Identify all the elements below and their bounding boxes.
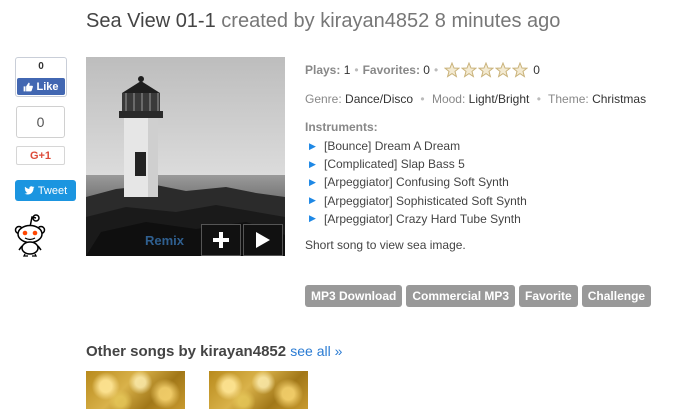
tweet-label: Tweet (37, 184, 68, 197)
triangle-right-icon: ▶ (309, 158, 316, 169)
page-title: Sea View 01-1 created by kirayan4852 8 m… (86, 10, 560, 33)
mood-value[interactable]: Light/Bright (469, 92, 530, 106)
mood-label: Mood: (431, 92, 466, 106)
tweet-button[interactable]: Tweet (15, 180, 76, 201)
stats-row: Plays: 1 • Favorites: 0 • 0 (305, 62, 540, 78)
plays-value: 1 (343, 63, 351, 77)
add-to-playlist-button[interactable] (201, 224, 241, 256)
triangle-right-icon: ▶ (309, 176, 316, 187)
reddit-alien-icon[interactable] (14, 213, 46, 257)
plays-label: Plays: (305, 63, 341, 77)
instruments-label: Instruments: (305, 120, 378, 134)
favorites-label: Favorites: (362, 63, 420, 77)
author-link[interactable]: kirayan4852 (320, 10, 429, 32)
commercial-mp3-button[interactable]: Commercial MP3 (406, 285, 516, 307)
star-icon[interactable] (461, 62, 478, 78)
time-ago: 8 minutes ago (434, 10, 561, 32)
other-songs-title: Other songs by kirayan4852 (86, 343, 287, 360)
play-button[interactable] (243, 224, 283, 256)
rating-count: 0 (533, 63, 540, 77)
list-item[interactable]: ▶ [Complicated] Slap Bass 5 (309, 155, 527, 173)
favorites-value: 0 (423, 63, 430, 77)
theme-label: Theme: (548, 92, 589, 106)
facebook-like-widget: 0 Like (15, 57, 67, 97)
twitter-bird-icon (24, 186, 35, 195)
song-title: Sea View 01-1 (86, 10, 216, 32)
gplus-count: 0 (16, 106, 65, 138)
theme-value[interactable]: Christmas (592, 92, 646, 106)
thumbs-up-icon (24, 82, 34, 91)
facebook-like-button[interactable]: Like (17, 78, 65, 95)
list-item[interactable]: ▶ [Arpeggiator] Confusing Soft Synth (309, 173, 527, 191)
gplus-button[interactable]: G+1 (16, 146, 65, 165)
favorite-button[interactable]: Favorite (519, 285, 578, 307)
triangle-right-icon: ▶ (309, 195, 316, 206)
song-artwork[interactable]: Remix (86, 57, 285, 256)
other-song-thumbnail[interactable] (86, 371, 185, 409)
list-item[interactable]: ▶ [Arpeggiator] Sophisticated Soft Synth (309, 192, 527, 210)
remix-link[interactable]: Remix (145, 233, 184, 248)
facebook-like-label: Like (36, 80, 59, 93)
challenge-button[interactable]: Challenge (581, 285, 652, 307)
see-all-link[interactable]: see all » (290, 343, 342, 359)
mp3-download-button[interactable]: MP3 Download (305, 285, 403, 307)
tags-row: Genre: Dance/Disco • Mood: Light/Bright … (305, 92, 647, 106)
star-icon[interactable] (444, 62, 461, 78)
action-buttons: MP3 Download Commercial MP3 Favorite Cha… (305, 285, 652, 307)
genre-value[interactable]: Dance/Disco (345, 92, 413, 106)
other-songs-heading: Other songs by kirayan4852 see all » (86, 343, 342, 360)
star-icon[interactable] (495, 62, 512, 78)
triangle-right-icon: ▶ (309, 140, 316, 151)
other-song-thumbnail[interactable] (209, 371, 308, 409)
play-icon (256, 232, 270, 248)
genre-label: Genre: (305, 92, 342, 106)
song-description: Short song to view sea image. (305, 238, 466, 252)
plus-icon (213, 232, 229, 248)
created-by-text: created by (221, 10, 315, 32)
rating-stars[interactable] (444, 62, 529, 78)
star-icon[interactable] (478, 62, 495, 78)
list-item[interactable]: ▶ [Arpeggiator] Crazy Hard Tube Synth (309, 210, 527, 228)
facebook-like-count: 0 (38, 61, 44, 72)
star-icon[interactable] (512, 62, 529, 78)
list-item[interactable]: ▶ [Bounce] Dream A Dream (309, 137, 527, 155)
triangle-right-icon: ▶ (309, 213, 316, 224)
instruments-list: ▶ [Bounce] Dream A Dream ▶ [Complicated] S… (309, 137, 527, 228)
